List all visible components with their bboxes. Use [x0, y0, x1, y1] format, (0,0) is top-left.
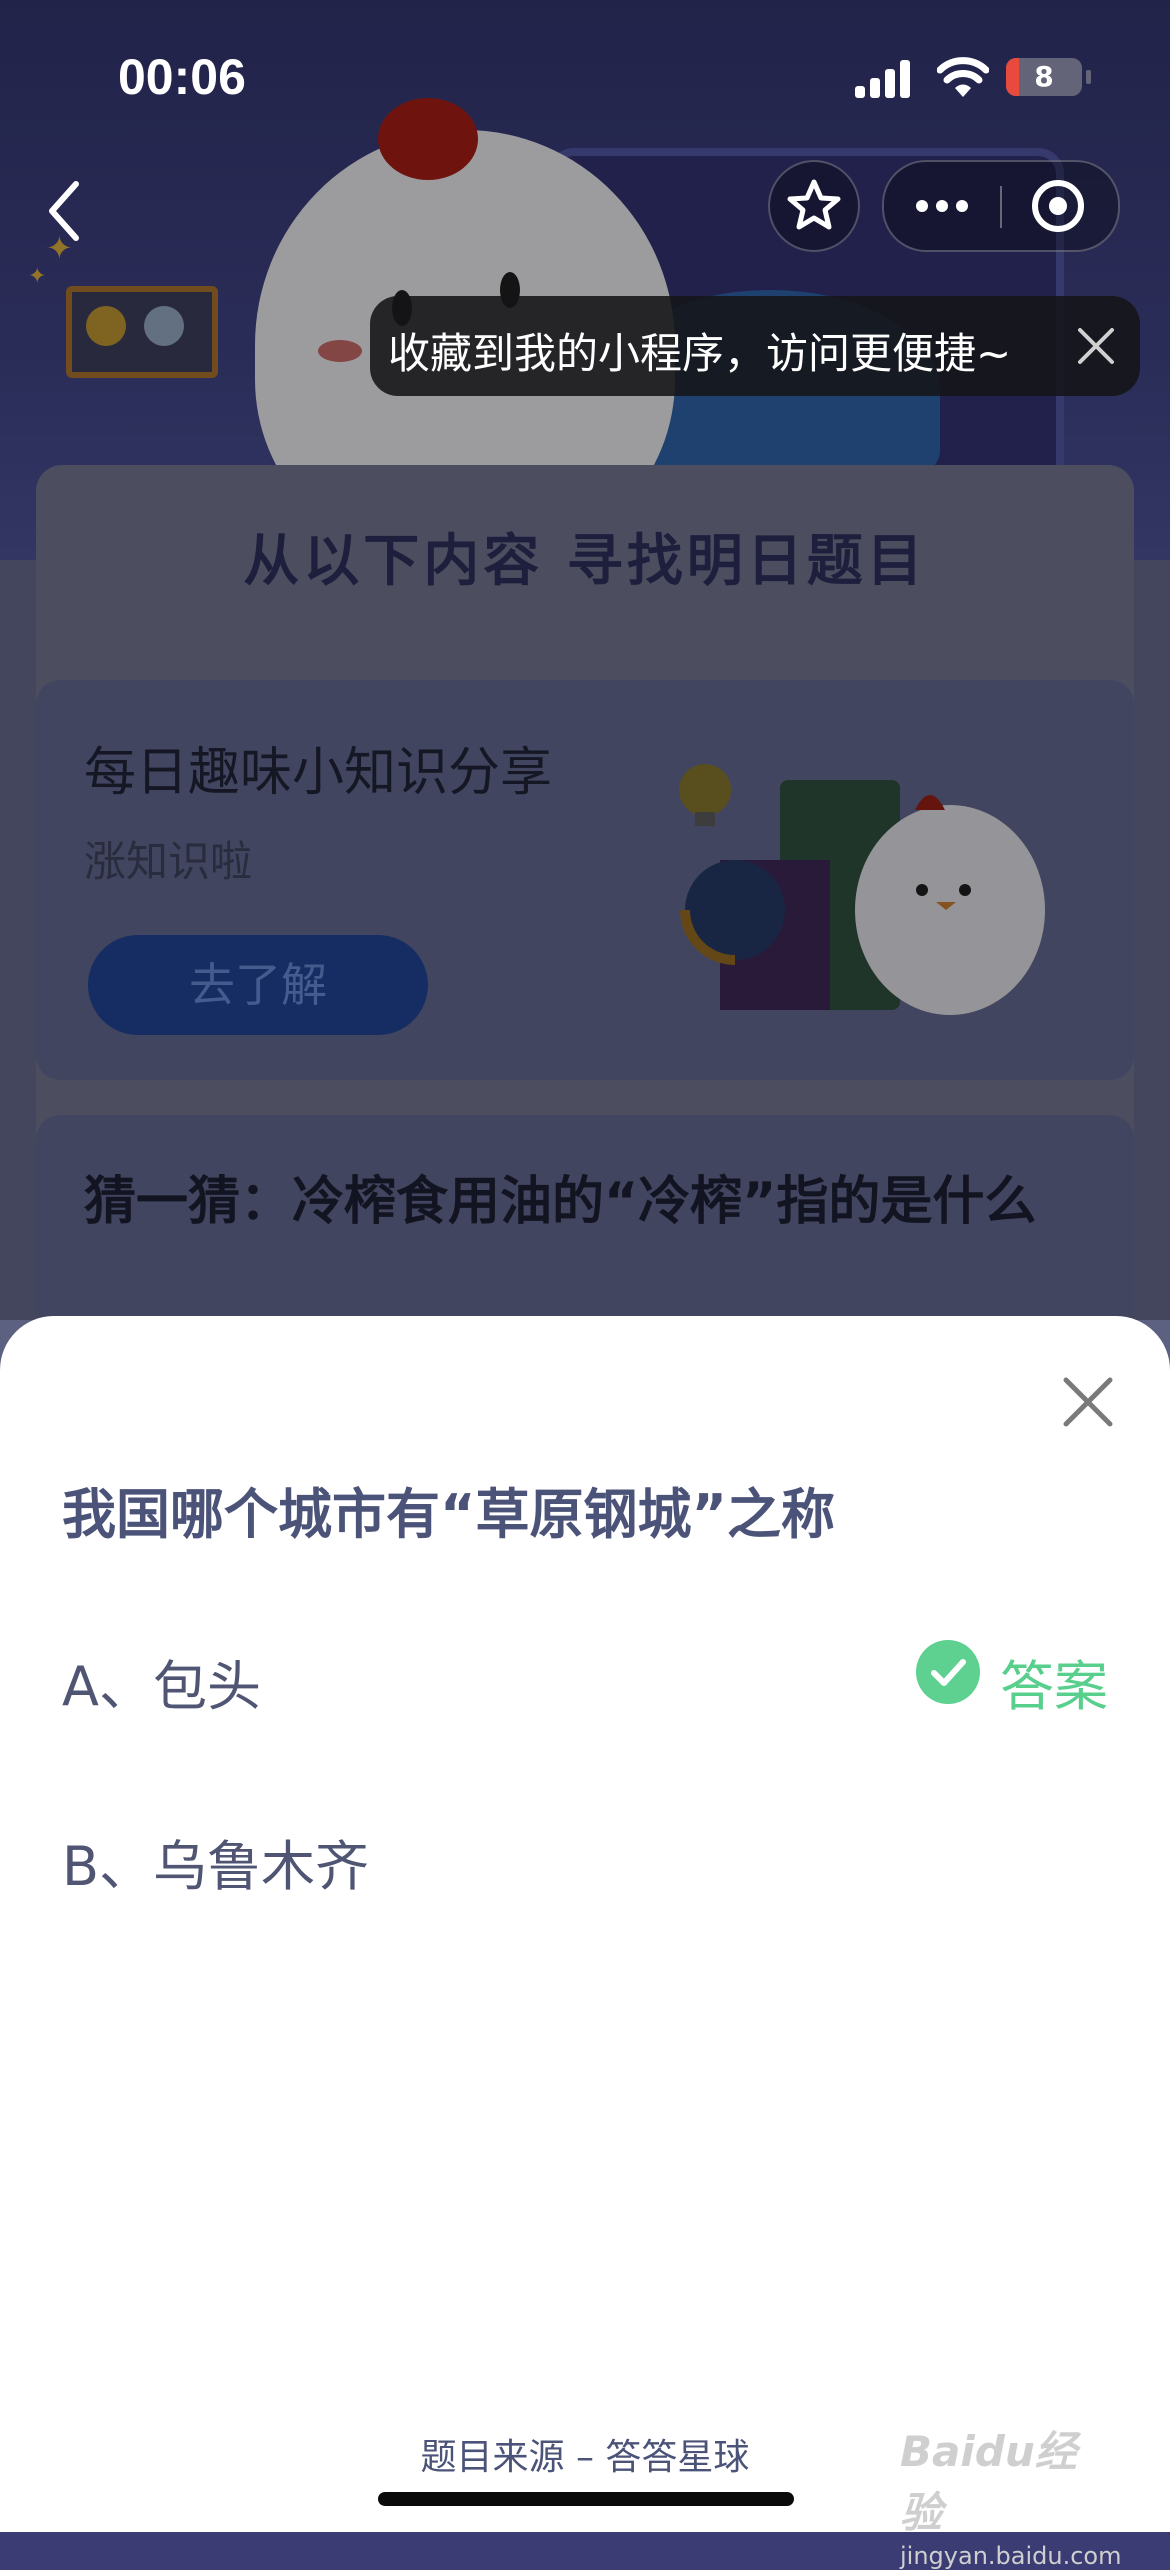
target-circle-icon [1032, 180, 1084, 232]
battery-percentage: 8 [1034, 60, 1054, 93]
battery-cap [1086, 70, 1091, 84]
favorite-button[interactable] [768, 160, 860, 252]
option-b[interactable]: B、乌鲁木齐 [62, 1822, 369, 1901]
more-dots-icon [916, 200, 968, 212]
cellular-signal-icon [855, 58, 915, 98]
close-icon [1063, 1377, 1113, 1427]
more-button[interactable] [884, 162, 1000, 250]
exit-miniprogram-button[interactable] [1002, 162, 1118, 250]
option-a[interactable]: A、包头 [62, 1642, 261, 1721]
miniprogram-capsule [882, 160, 1120, 252]
status-time: 00:06 [118, 49, 246, 105]
question-title: 我国哪个城市有“草原钢城”之称 [62, 1483, 835, 1546]
tooltip-close-button[interactable] [1070, 320, 1122, 372]
close-icon [1078, 328, 1114, 364]
back-button[interactable] [40, 178, 90, 244]
star-outline-icon [787, 179, 841, 230]
favorite-tooltip: 收藏到我的小程序，访问更便捷~ [370, 296, 1140, 396]
battery-icon: 8 [1006, 58, 1082, 96]
answer-check-icon [916, 1640, 980, 1704]
sheet-close-button[interactable] [1056, 1370, 1120, 1434]
watermark-url: jingyan.baidu.com [900, 2542, 1122, 2570]
home-indicator[interactable] [378, 2492, 794, 2506]
wifi-icon [937, 57, 989, 97]
chevron-left-icon [49, 181, 79, 241]
answer-label: 答案 [1000, 1655, 1108, 1718]
baidu-watermark: Baidu经验 jingyan.baidu.com [900, 2418, 1121, 2570]
tooltip-text: 收藏到我的小程序，访问更便捷~ [388, 329, 1012, 378]
watermark-logo: Baidu经验 [900, 2427, 1077, 2537]
